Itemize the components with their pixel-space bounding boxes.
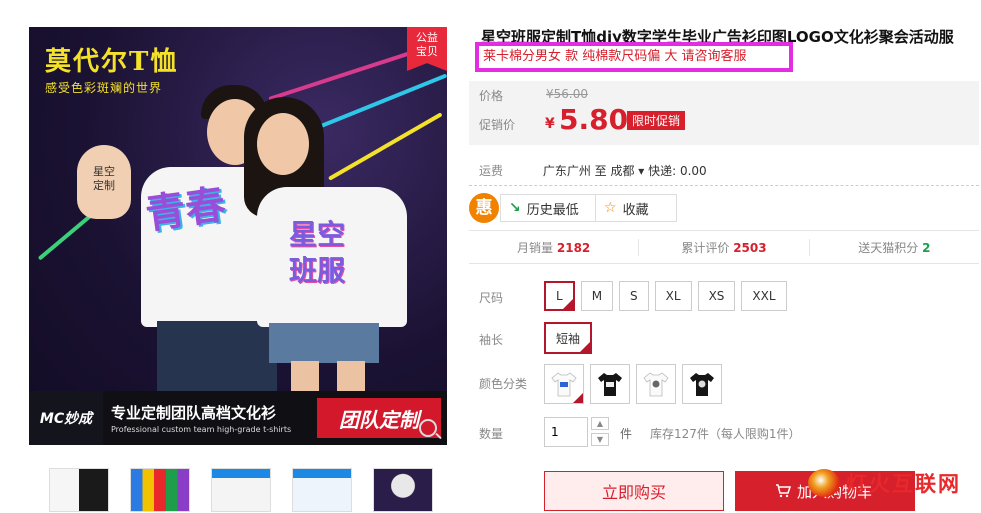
charity-badge-line1: 公益 [416,31,438,44]
stat-label: 累计评价 [681,240,730,255]
color-label: 颜色分类 [479,377,528,391]
white-tshirt-icon [551,372,577,397]
quantity-label: 数量 [479,427,504,441]
image-banner: MC妙成 专业定制团队高档文化衫 Professional custom tea… [29,391,447,445]
sleeve-label: 袖长 [479,333,504,347]
divider [469,185,979,186]
discount-icon[interactable]: 惠 [469,193,499,223]
thumbnail-5[interactable] [373,468,433,512]
black-tshirt-icon [598,373,622,396]
promo-tag: 限时促销 [627,111,686,130]
buy-now-button[interactable]: 立即购买 [544,471,724,511]
quantity-unit: 件 [620,427,633,441]
palm-text-2: 定制 [93,179,115,192]
size-options: L M S XL XS XXL [544,281,787,311]
quantity-input[interactable] [544,417,588,447]
thumbnail-3[interactable] [211,468,271,512]
stat-label: 月销量 [517,240,554,255]
star-icon: ☆ [604,200,617,216]
charity-badge-line2: 宝贝 [416,45,438,58]
product-subtitle: 莱卡棉分男女 款 纯棉款尺码偏 大 请咨询客服 [475,42,793,72]
stat-value: 2503 [733,240,767,255]
color-option-black-print[interactable] [682,364,722,404]
stat-value: 2182 [556,240,591,255]
price-history-button[interactable]: ↘ 历史最低 [500,194,596,222]
woman-leg [291,361,319,391]
woman-leg [337,361,365,391]
size-option-xs[interactable]: XS [697,281,736,311]
sleeve-option-short[interactable]: 短袖 [544,322,593,354]
product-main-image[interactable]: 莫代尔T恤 感受色彩斑斓的世界 公益 宝贝 星空 定制 青春 星空 班服 MC妙… [29,27,447,445]
promo-price: 5.80 [559,103,629,136]
trend-down-icon: ↘ [509,200,521,216]
price-history-label: 历史最低 [526,202,579,218]
size-label: 尺码 [479,291,504,305]
stat-value: 2 [922,240,931,255]
size-option-s[interactable]: S [619,281,649,311]
quantity-increase-button[interactable]: ▲ [591,417,609,430]
size-option-m[interactable]: M [580,281,614,311]
watermark-text: 灯火互联网 [846,472,961,496]
shirt-art-left: 青春 [142,181,229,239]
size-option-xl[interactable]: XL [654,281,692,311]
size-option-xxl[interactable]: XXL [741,281,787,311]
brand-logo: MC妙成 [29,391,103,445]
favorite-button[interactable]: ☆ 收藏 [595,194,677,222]
thumbnail-2[interactable] [130,468,190,512]
white-print-tshirt-icon [643,372,669,397]
stock-info: 库存127件（每人限购1件） [650,427,801,441]
flame-logo-icon [808,469,840,497]
zoom-icon[interactable] [419,419,437,437]
stat-label: 送天猫积分 [858,240,919,255]
promo-price-label: 促销价 [479,118,516,132]
black-print-tshirt-icon [690,373,714,396]
price-label: 价格 [479,89,504,103]
shipping-row: 运费 广东广州 至 成都 ▾ 快递: 0.00 [479,162,707,179]
site-watermark: 灯火互联网 [808,468,961,498]
shipping-destination-select[interactable]: 广东广州 至 成都 ▾ 快递: 0.00 [543,164,707,178]
woman-shorts [269,323,379,363]
currency-symbol: ¥ [545,116,555,132]
color-option-black[interactable] [590,364,630,404]
color-option-white-blue[interactable] [544,364,584,404]
image-brand-slogan: 感受色彩斑斓的世界 [45,81,163,95]
original-price: ¥56.00 [546,87,588,101]
color-options [544,364,722,404]
price-box: 价格 ¥56.00 促销价 ¥ 5.80 限时促销 [469,81,979,145]
palm-sign: 星空 定制 [77,145,131,219]
shipping-label: 运费 [479,164,504,178]
thumbnail-strip [49,468,433,512]
man-pants [157,321,277,391]
cart-icon [776,484,791,498]
banner-subtitle: Professional custom team high-grade t-sh… [111,425,292,434]
thumbnail-4[interactable] [292,468,352,512]
favorite-label: 收藏 [622,202,649,218]
thumbnail-1[interactable] [49,468,109,512]
banner-title: 专业定制团队高档文化衫 [111,404,277,422]
woman-head [257,113,309,175]
quantity-decrease-button[interactable]: ▼ [591,433,609,446]
stat-points: 送天猫积分 2 [810,239,979,256]
size-option-l[interactable]: L [544,281,575,311]
palm-text-1: 星空 [93,165,115,178]
stats-bar: 月销量 2182 累计评价 2503 送天猫积分 2 [469,230,979,264]
shirt-art-right: 星空 班服 [289,218,346,287]
color-option-white-print[interactable] [636,364,676,404]
stat-reviews[interactable]: 累计评价 2503 [639,238,810,256]
image-brand-title: 莫代尔T恤 [45,47,179,77]
stat-monthly-sales: 月销量 2182 [469,238,640,256]
